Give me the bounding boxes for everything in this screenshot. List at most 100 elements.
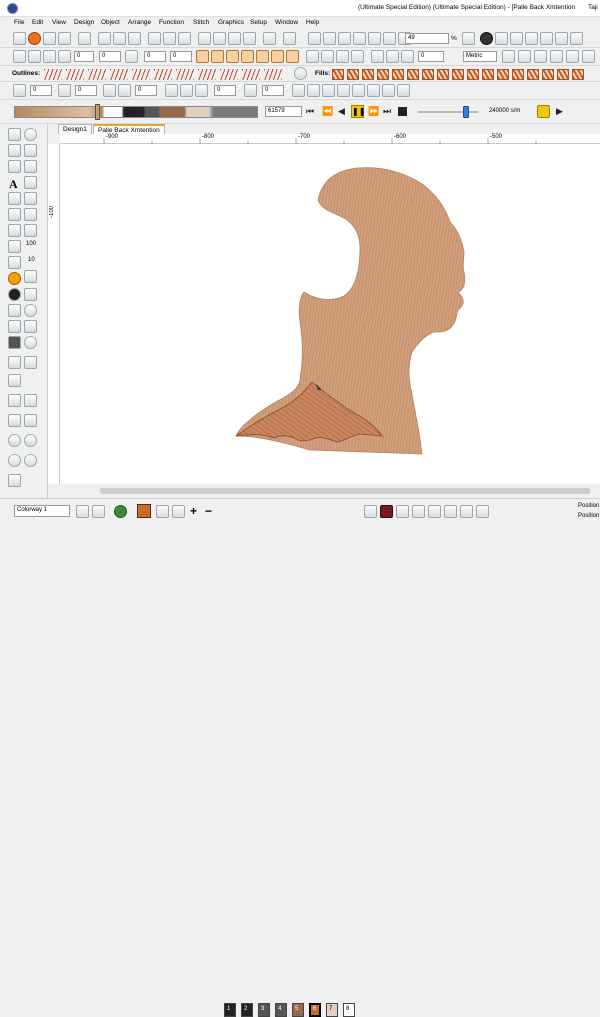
sequence-slider-handle[interactable]: [95, 104, 100, 120]
send-icon[interactable]: [323, 32, 336, 45]
menu-graphics[interactable]: Graphics: [218, 19, 244, 26]
outline-raised-icon[interactable]: [242, 69, 260, 80]
layers-icon[interactable]: [396, 505, 409, 518]
first-stitch-icon[interactable]: ⏮: [306, 106, 316, 117]
offset-icon[interactable]: [118, 84, 131, 97]
split-icon[interactable]: [180, 84, 193, 97]
flip-icon[interactable]: [58, 50, 71, 63]
eyedropper-icon[interactable]: [156, 505, 169, 518]
prev-stitch-icon[interactable]: ⏪: [322, 106, 333, 117]
border-icon[interactable]: [8, 356, 21, 369]
pattern-icon[interactable]: [271, 50, 284, 63]
auto-split-icon[interactable]: [195, 84, 208, 97]
last-stitch-icon[interactable]: ⏭: [383, 106, 393, 117]
length-icon[interactable]: [58, 84, 71, 97]
width-icon[interactable]: [244, 84, 257, 97]
fill-crosshatch-icon[interactable]: [557, 69, 569, 80]
scroll-thumb[interactable]: [100, 488, 590, 494]
outline-single-icon[interactable]: [44, 69, 62, 80]
wilcom-logo-icon[interactable]: [28, 32, 41, 45]
options-icon[interactable]: [570, 32, 583, 45]
menu-file[interactable]: File: [14, 19, 24, 26]
outline-pattern-icon[interactable]: [264, 69, 282, 80]
angle-icon[interactable]: [103, 84, 116, 97]
fill-trapunto-icon[interactable]: [482, 69, 494, 80]
outline-stemstitch-icon[interactable]: [110, 69, 128, 80]
bead-icon[interactable]: [24, 336, 37, 349]
branch-icon[interactable]: [24, 288, 37, 301]
thread-chart-icon[interactable]: [364, 505, 377, 518]
open-folder-icon[interactable]: [113, 32, 126, 45]
column-a-icon[interactable]: [24, 414, 37, 427]
thread-swatch-4[interactable]: 4: [275, 1003, 287, 1017]
thread-icon[interactable]: [397, 84, 410, 97]
pull-comp-icon[interactable]: [306, 50, 319, 63]
expand-icon[interactable]: ▶: [556, 106, 566, 117]
fill-fancy-icon[interactable]: [377, 69, 389, 80]
save-icon[interactable]: [148, 32, 161, 45]
split-length-input[interactable]: 0: [214, 85, 236, 96]
print-icon[interactable]: [163, 32, 176, 45]
fill-wave-icon[interactable]: [422, 69, 434, 80]
gear-icon[interactable]: [24, 356, 37, 369]
stitch-count-input[interactable]: 61579: [265, 106, 302, 117]
design-canvas[interactable]: [60, 144, 600, 484]
width-input[interactable]: 0: [74, 51, 94, 62]
speed-slider-track[interactable]: [418, 111, 478, 113]
info-icon[interactable]: [480, 32, 493, 45]
scale-icon[interactable]: [125, 50, 138, 63]
outline-satin-icon[interactable]: [154, 69, 172, 80]
next-stitch-icon[interactable]: ⏩: [368, 106, 379, 117]
bracket-icon[interactable]: [8, 414, 21, 427]
select-all-icon[interactable]: [13, 50, 26, 63]
fill-step-icon[interactable]: [362, 69, 374, 80]
design-icon[interactable]: [43, 32, 56, 45]
skew-input[interactable]: 0: [170, 51, 192, 62]
horizontal-scrollbar[interactable]: [48, 485, 600, 497]
tatami-icon[interactable]: [211, 50, 224, 63]
fill-cross-icon[interactable]: [452, 69, 464, 80]
undo-icon[interactable]: [263, 32, 276, 45]
underlay-icon[interactable]: [321, 50, 334, 63]
move-icon[interactable]: [537, 105, 550, 118]
menu-arrange[interactable]: Arrange: [128, 19, 151, 26]
target-icon[interactable]: [8, 434, 21, 447]
show-stitches-icon[interactable]: [495, 32, 508, 45]
menu-setup[interactable]: Setup: [250, 19, 267, 26]
outline-blanket-icon[interactable]: [132, 69, 150, 80]
fill-flexi-icon[interactable]: [527, 69, 539, 80]
overflow-icon[interactable]: [582, 50, 595, 63]
cross-stitch-icon[interactable]: [286, 50, 299, 63]
artistic-view-icon[interactable]: [525, 32, 538, 45]
zoom-input[interactable]: 49: [405, 33, 449, 44]
fill-contour-icon[interactable]: [392, 69, 404, 80]
digitize-closed-icon[interactable]: [24, 224, 37, 237]
thread-swatch-1[interactable]: 1: [224, 1003, 236, 1017]
new-file-icon[interactable]: [98, 32, 111, 45]
tab-design1[interactable]: Design1: [58, 124, 92, 134]
triangle-icon[interactable]: [8, 374, 21, 387]
menu-help[interactable]: Help: [306, 19, 319, 26]
auto-sequence-icon[interactable]: [412, 505, 425, 518]
knife-icon[interactable]: [8, 160, 21, 173]
measure-icon[interactable]: [502, 50, 515, 63]
thread-swatch-7[interactable]: 7: [326, 1003, 338, 1017]
ring-icon[interactable]: [24, 434, 37, 447]
redo-icon[interactable]: [283, 32, 296, 45]
fill-lattice-icon[interactable]: [542, 69, 554, 80]
effects-icon[interactable]: [371, 50, 384, 63]
menu-function[interactable]: Function: [159, 19, 184, 26]
thread-swatch-8[interactable]: 8: [343, 1003, 355, 1017]
outline-chain-icon[interactable]: [220, 69, 238, 80]
fill-black-icon[interactable]: [8, 336, 21, 349]
thread-swatch-6[interactable]: 6: [309, 1003, 321, 1017]
outline-options-icon[interactable]: [294, 67, 307, 80]
satin-icon[interactable]: [196, 50, 209, 63]
stop-sequence-icon[interactable]: [380, 505, 393, 518]
sequence-icon[interactable]: [534, 50, 547, 63]
fill-sculpture-icon[interactable]: [497, 69, 509, 80]
shading-icon[interactable]: [386, 50, 399, 63]
colorway-icon[interactable]: [76, 505, 89, 518]
show-grid-icon[interactable]: [510, 32, 523, 45]
tie-off-icon[interactable]: [307, 84, 320, 97]
